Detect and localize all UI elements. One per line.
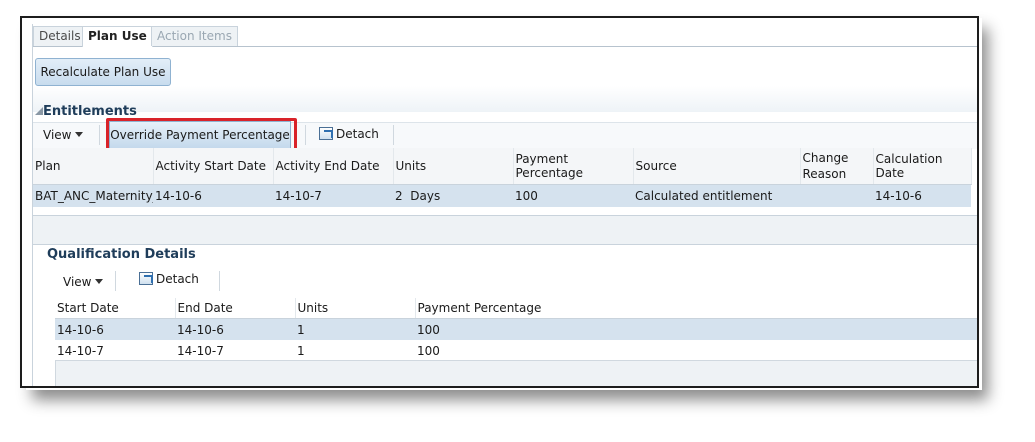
entitlements-header [33,86,977,112]
detach-button[interactable]: Detach [139,272,199,286]
column-header-change-reason[interactable]: Change Reason [800,148,874,185]
toolbar-divider [115,271,116,291]
table-cell: 14-10-6 [873,184,971,207]
tab-bar: Details Plan Use Action Items [33,24,977,47]
tab-plan-use[interactable]: Plan Use [82,26,153,47]
table-cell: 100 [415,318,977,340]
detach-button[interactable]: Detach [319,127,379,141]
qualification-table: Start Date End Date Units Payment Percen… [55,298,977,361]
collapse-triangle-icon[interactable] [35,107,43,115]
view-label: View [63,275,92,289]
table-cell: 14-10-6 [175,318,295,340]
table-cell: 2 Days [393,184,513,207]
toolbar-divider [305,125,306,145]
table-cell: 1 [295,318,415,340]
table-row[interactable]: 14-10-6 14-10-6 1 100 [55,318,977,340]
table-row[interactable]: 14-10-7 14-10-7 1 100 [55,340,977,361]
column-header-units[interactable]: Units [295,298,416,319]
table-cell: 100 [417,343,440,358]
table-cell: 14-10-7 [273,184,393,207]
column-header-activity-start-date[interactable]: Activity Start Date [153,148,274,185]
table-row[interactable]: BAT_ANC_Maternity_ 14-10-6 14-10-7 2 Day… [33,184,971,207]
tab-action-items[interactable]: Action Items [151,26,238,46]
table-cell: 100 [513,184,633,207]
qualification-details-title: Qualification Details [47,247,196,262]
column-header-payment-percentage[interactable]: Payment Percentage [513,148,634,185]
column-header-payment-percentage[interactable]: Payment Percentage [415,298,977,319]
highlight-box [106,118,297,152]
table-cell: 14-10-6 [153,184,273,207]
plan-use-panel: Details Plan Use Action Items Recalculat… [32,24,977,386]
table-cell: Calculated entitlement [633,184,800,207]
table-cell: 14-10-7 [57,343,104,358]
recalculate-plan-use-button[interactable]: Recalculate Plan Use [35,58,171,86]
column-header-source[interactable]: Source [633,148,801,185]
toolbar-divider [99,125,100,145]
entitlements-title: Entitlements [43,104,137,119]
table-cell: 14-10-6 [55,318,175,340]
table-header-row: Plan Activity Start Date Activity End Da… [33,148,972,185]
detach-icon [139,272,153,285]
column-header-start-date[interactable]: Start Date [55,298,176,319]
view-label: View [43,128,72,142]
screenshot-frame: Details Plan Use Action Items Recalculat… [20,16,979,388]
toolbar-divider [219,271,220,291]
column-header-end-date[interactable]: End Date [175,298,296,319]
chevron-down-icon [95,279,104,284]
table-cell: BAT_ANC_Maternity_ [33,184,153,207]
chevron-down-icon [75,132,84,137]
qualification-toolbar: View Detach [55,269,977,295]
detach-label: Detach [336,127,379,141]
table-cell [800,184,873,207]
table-empty-area [55,360,977,386]
column-header-activity-end-date[interactable]: Activity End Date [273,148,394,185]
table-empty-area [33,215,977,245]
toolbar-divider [393,125,394,145]
tab-details[interactable]: Details [33,26,87,46]
column-header-units[interactable]: Units [393,148,514,185]
table-header-row: Start Date End Date Units Payment Percen… [55,298,977,319]
table-cell: 14-10-7 [177,343,224,358]
view-menu[interactable]: View [43,128,84,142]
view-menu[interactable]: View [63,275,104,289]
column-header-calculation-date[interactable]: Calculation Date [873,148,972,185]
detach-label: Detach [156,272,199,286]
table-cell: 1 [297,343,305,358]
entitlements-table: Plan Activity Start Date Activity End Da… [33,148,972,207]
detach-icon [319,127,333,140]
column-header-plan[interactable]: Plan [33,148,154,185]
